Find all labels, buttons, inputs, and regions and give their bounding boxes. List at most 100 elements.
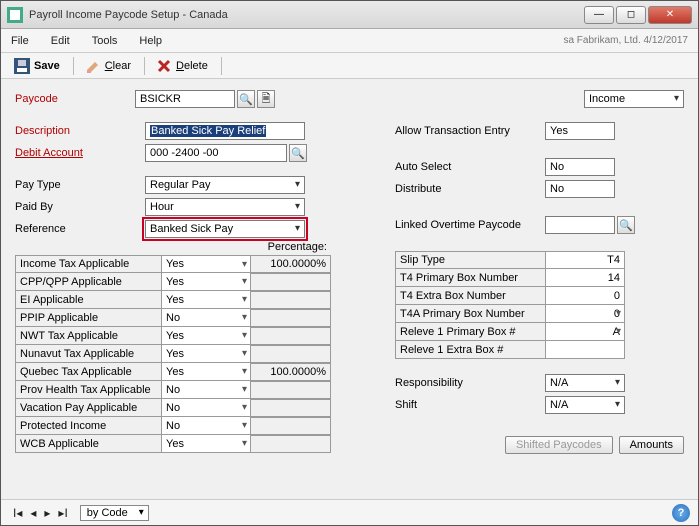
nav-last-button[interactable]: ▸I <box>54 506 71 520</box>
applicable-value[interactable]: No <box>161 309 251 327</box>
right-column: Allow Transaction Entry Yes Auto Select … <box>395 121 684 457</box>
clear-button[interactable]: Clear <box>78 56 138 76</box>
applicable-row: NWT Tax ApplicableYes <box>15 327 365 345</box>
linked-ot-input[interactable] <box>545 216 615 234</box>
paycode-lookup-button[interactable]: 🔍 <box>237 90 255 108</box>
clear-label: Clear <box>105 60 131 72</box>
applicable-pct[interactable] <box>251 309 331 327</box>
debit-lookup-button[interactable]: 🔍 <box>289 144 307 162</box>
box-value[interactable]: T4 <box>545 251 625 269</box>
shift-label: Shift <box>395 399 545 411</box>
applicable-label: Income Tax Applicable <box>15 255 161 273</box>
status-userinfo: sa Fabrikam, Ltd. 4/12/2017 <box>563 35 688 46</box>
applicable-value[interactable]: Yes <box>161 363 251 381</box>
applicable-value[interactable]: Yes <box>161 345 251 363</box>
menu-help[interactable]: Help <box>139 35 162 47</box>
applicable-pct[interactable] <box>251 345 331 363</box>
menu-file[interactable]: File <box>11 35 29 47</box>
applicable-pct[interactable] <box>251 291 331 309</box>
app-window: Payroll Income Paycode Setup - Canada — … <box>0 0 699 526</box>
applicable-value[interactable]: No <box>161 381 251 399</box>
applicable-row: EI ApplicableYes <box>15 291 365 309</box>
paidby-select[interactable]: Hour <box>145 198 305 216</box>
search-icon: 🔍 <box>239 93 253 106</box>
applicable-row: Quebec Tax ApplicableYes100.0000% <box>15 363 365 381</box>
nav-prev-button[interactable]: ◂ <box>26 506 40 520</box>
save-icon <box>14 58 30 74</box>
applicable-label: NWT Tax Applicable <box>15 327 161 345</box>
applicable-value[interactable]: No <box>161 417 251 435</box>
note-icon: 🗎 <box>262 90 271 109</box>
debit-account-input[interactable]: 000 -2400 -00 <box>145 144 287 162</box>
nav-first-button[interactable]: I◂ <box>9 506 26 520</box>
box-value[interactable] <box>545 341 625 359</box>
applicable-pct[interactable] <box>251 327 331 345</box>
paycode-input[interactable]: BSICKR <box>135 90 235 108</box>
distribute-value[interactable]: No <box>545 180 615 198</box>
amounts-button[interactable]: Amounts <box>619 436 684 454</box>
paidby-label: Paid By <box>15 201 145 213</box>
debit-account-label[interactable]: Debit Account <box>15 147 145 159</box>
applicable-pct[interactable]: 100.0000% <box>251 363 331 381</box>
linked-ot-lookup-button[interactable]: 🔍 <box>617 216 635 234</box>
applicable-value[interactable]: Yes <box>161 291 251 309</box>
applicable-label: Nunavut Tax Applicable <box>15 345 161 363</box>
box-label: Slip Type <box>395 251 545 269</box>
applicable-pct[interactable] <box>251 273 331 291</box>
description-value: Banked Sick Pay Relief <box>150 125 266 137</box>
box-value[interactable]: A <box>545 323 625 341</box>
delete-button[interactable]: Delete <box>149 56 215 76</box>
box-row: T4 Primary Box Number14 <box>395 269 684 287</box>
paycode-type-select[interactable]: Income <box>584 90 684 108</box>
box-value[interactable]: 0 <box>545 287 625 305</box>
window-title: Payroll Income Paycode Setup - Canada <box>29 9 584 21</box>
applicable-pct[interactable]: 100.0000% <box>251 255 331 273</box>
box-value[interactable]: 0 <box>545 305 625 323</box>
description-input[interactable]: Banked Sick Pay Relief <box>145 122 305 140</box>
applicable-pct[interactable] <box>251 399 331 417</box>
maximize-button[interactable]: ◻ <box>616 6 646 24</box>
paytype-select[interactable]: Regular Pay <box>145 176 305 194</box>
applicable-pct[interactable] <box>251 417 331 435</box>
toolbar-sep-3 <box>221 57 222 75</box>
reference-select[interactable]: Banked Sick Pay <box>145 220 305 238</box>
save-button[interactable]: Save <box>7 56 67 76</box>
delete-icon <box>156 58 172 74</box>
linked-ot-label: Linked Overtime Paycode <box>395 219 545 231</box>
titlebar: Payroll Income Paycode Setup - Canada — … <box>1 1 698 29</box>
autoselect-value[interactable]: No <box>545 158 615 176</box>
applicable-value[interactable]: No <box>161 399 251 417</box>
applicable-label: Vacation Pay Applicable <box>15 399 161 417</box>
applicable-value[interactable]: Yes <box>161 435 251 453</box>
percentage-header: Percentage: <box>15 241 331 253</box>
responsibility-select[interactable]: N/A <box>545 374 625 392</box>
applicable-label: PPIP Applicable <box>15 309 161 327</box>
menubar: File Edit Tools Help sa Fabrikam, Ltd. 4… <box>1 29 698 53</box>
reference-label: Reference <box>15 223 145 235</box>
paycode-note-button[interactable]: 🗎 <box>257 90 275 108</box>
allow-trans-value[interactable]: Yes <box>545 122 615 140</box>
box-number-grid: Slip TypeT4T4 Primary Box Number14T4 Ext… <box>395 251 684 359</box>
applicable-value[interactable]: Yes <box>161 255 251 273</box>
applicable-value[interactable]: Yes <box>161 327 251 345</box>
shifted-paycodes-button[interactable]: Shifted Paycodes <box>505 436 613 454</box>
search-icon: 🔍 <box>619 219 633 232</box>
applicable-pct[interactable] <box>251 435 331 453</box>
box-label: T4 Primary Box Number <box>395 269 545 287</box>
menu-edit[interactable]: Edit <box>51 35 70 47</box>
applicable-value[interactable]: Yes <box>161 273 251 291</box>
close-button[interactable]: ✕ <box>648 6 692 24</box>
nav-next-button[interactable]: ▸ <box>40 506 54 520</box>
description-label: Description <box>15 125 145 137</box>
toolbar-sep-1 <box>73 57 74 75</box>
shift-select[interactable]: N/A <box>545 396 625 414</box>
toolbar: Save Clear Delete <box>1 53 698 79</box>
minimize-button[interactable]: — <box>584 6 614 24</box>
menu-tools[interactable]: Tools <box>92 35 118 47</box>
applicable-label: WCB Applicable <box>15 435 161 453</box>
sort-by-select[interactable]: by Code <box>80 505 149 521</box>
box-value[interactable]: 14 <box>545 269 625 287</box>
applicable-pct[interactable] <box>251 381 331 399</box>
box-row: Slip TypeT4 <box>395 251 684 269</box>
help-icon[interactable]: ? <box>672 504 690 522</box>
